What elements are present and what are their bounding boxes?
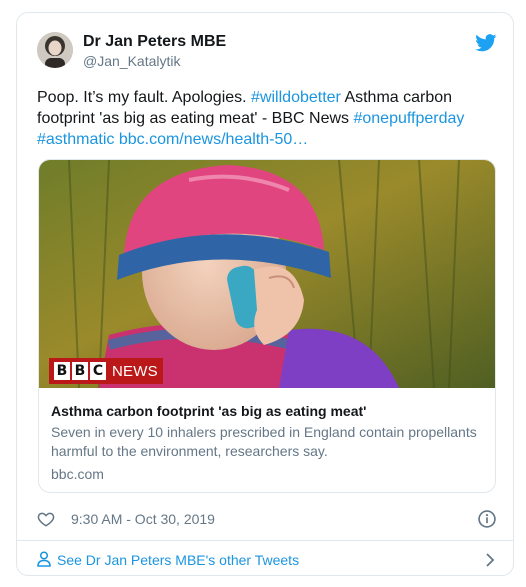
tweet-text: Poop. It’s my fault. Apologies. #willdob… <box>37 87 497 150</box>
hashtag-link[interactable]: #asthmatic <box>37 131 114 148</box>
person-icon <box>37 551 51 567</box>
bbc-letter-c: C <box>90 362 106 380</box>
see-other-tweets-link[interactable]: See Dr Jan Peters MBE's other Tweets <box>57 550 299 570</box>
bbc-news-badge: B B C NEWS <box>49 358 163 384</box>
tweet-timestamp[interactable]: 9:30 AM - Oct 30, 2019 <box>71 510 215 528</box>
link-preview-text[interactable]: Asthma carbon footprint 'as big as eatin… <box>39 388 495 492</box>
bbc-news-label: NEWS <box>112 362 158 380</box>
hashtag-link[interactable]: #onepuffperday <box>353 110 464 127</box>
article-image[interactable]: B B C NEWS <box>39 160 495 388</box>
other-tweets-footer[interactable]: See Dr Jan Peters MBE's other Tweets <box>37 549 497 571</box>
bbc-letter-b2: B <box>72 362 88 380</box>
url-link[interactable]: bbc.com/news/health-50… <box>119 131 308 148</box>
article-title[interactable]: Asthma carbon footprint 'as big as eatin… <box>51 402 483 420</box>
author-name[interactable]: Dr Jan Peters MBE <box>83 32 226 52</box>
embedded-tweet-card: Dr Jan Peters MBE @Jan_Katalytik Poop. I… <box>16 12 514 576</box>
chevron-right-icon[interactable] <box>485 553 495 567</box>
footer-divider <box>17 540 513 541</box>
twitter-bird-icon[interactable] <box>475 34 497 52</box>
author-handle[interactable]: @Jan_Katalytik <box>83 52 180 70</box>
bbc-letter-b1: B <box>54 362 70 380</box>
tweet-text-segment: Poop. It’s my fault. Apologies. <box>37 89 252 106</box>
link-preview-card[interactable]: B B C NEWS Asthma carbon footprint 'as b… <box>38 159 496 493</box>
article-domain: bbc.com <box>51 466 104 482</box>
tweet-header: Dr Jan Peters MBE @Jan_Katalytik <box>37 32 497 74</box>
tweet-meta: 9:30 AM - Oct 30, 2019 <box>37 508 497 530</box>
article-description: Seven in every 10 inhalers prescribed in… <box>51 424 477 459</box>
info-icon[interactable] <box>477 509 497 529</box>
heart-icon[interactable] <box>37 510 55 528</box>
avatar[interactable] <box>37 32 73 68</box>
hashtag-link[interactable]: #willdobetter <box>251 89 341 106</box>
